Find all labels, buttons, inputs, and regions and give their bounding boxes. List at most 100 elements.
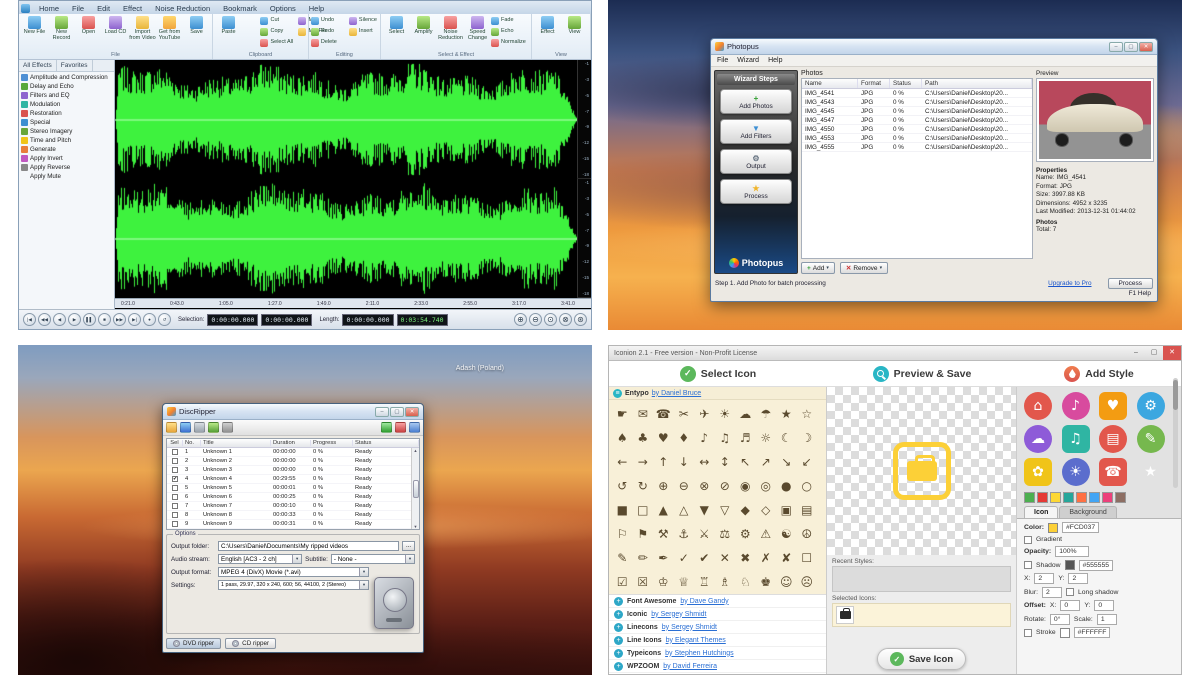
ribbon-tab[interactable]: Edit <box>91 3 116 14</box>
maximize-button[interactable]: ▢ <box>1124 42 1138 52</box>
style-preset[interactable]: ♪ <box>1062 392 1090 420</box>
photo-row[interactable]: IMG_4543 JPG 0 % C:\Users\Daniel\Desktop… <box>802 98 1032 107</box>
expand-plus-icon[interactable]: + <box>614 636 623 645</box>
title-row[interactable]: ✔ 4 Unknown 4 00:29:55 0 % Ready <box>167 475 419 484</box>
entypo-icon[interactable]: ↔ <box>694 450 715 474</box>
offset-x-field[interactable]: 0 <box>1060 600 1080 611</box>
icon-set-author-link[interactable]: by Stephen Hutchings <box>665 650 734 657</box>
entypo-icon[interactable]: ☒ <box>633 570 654 594</box>
refresh-icon[interactable] <box>208 422 219 433</box>
entypo-icon[interactable]: ☆ <box>797 402 818 426</box>
ribbon-button[interactable]: Amplify <box>410 15 437 36</box>
selected-icon-chip[interactable] <box>836 606 854 624</box>
blur-field[interactable]: 2 <box>1042 587 1062 598</box>
menu-item[interactable]: File <box>717 57 728 64</box>
shadow-color-field[interactable]: #555555 <box>1079 560 1113 571</box>
scrollbar[interactable]: ▲ ▼ <box>411 448 419 529</box>
column-header[interactable]: Duration <box>271 440 311 446</box>
zoom-button[interactable]: ⊖ <box>529 313 542 326</box>
dvd-ripper-button[interactable]: DVD ripper <box>166 638 221 649</box>
ribbon-button[interactable]: Speed Change <box>464 15 491 42</box>
title-row[interactable]: 5 Unknown 5 00:00:01 0 % Ready <box>167 484 419 493</box>
ribbon-button[interactable]: Copy <box>260 26 298 37</box>
column-header[interactable]: Progress <box>311 440 353 446</box>
entypo-icon[interactable]: ♘ <box>735 570 756 594</box>
entypo-icon[interactable]: ♬ <box>735 426 756 450</box>
open-disc-icon[interactable] <box>166 422 177 433</box>
remove-button[interactable]: ✕ Remove ▾ <box>840 262 888 274</box>
entypo-icon[interactable]: ✖ <box>735 546 756 570</box>
entypo-icon[interactable]: → <box>633 450 654 474</box>
icon-set-row[interactable]: + Font Awesome by Dave Gandy <box>609 595 826 608</box>
entypo-icon[interactable]: ☼ <box>756 426 777 450</box>
menu-icon[interactable]: ≡ <box>613 389 622 398</box>
effects-panel-tab[interactable]: Favorites <box>57 60 93 71</box>
entypo-icon[interactable]: ♫ <box>715 426 736 450</box>
ribbon-tab[interactable]: Noise Reduction <box>149 3 216 14</box>
eject-icon[interactable] <box>194 422 205 433</box>
transport-button[interactable]: ▶| <box>128 313 141 326</box>
select-checkbox[interactable] <box>172 467 178 473</box>
entypo-icon[interactable]: ♕ <box>674 570 695 594</box>
expand-plus-icon[interactable]: + <box>614 610 623 619</box>
effects-tree-item[interactable]: Special <box>19 118 114 127</box>
color-swatch[interactable] <box>1089 492 1100 503</box>
entypo-icon[interactable]: ↘ <box>776 450 797 474</box>
titlebar[interactable]: Iconion 2.1 - Free version - Non-Profit … <box>609 346 1181 361</box>
title-row[interactable]: 7 Unknown 7 00:00:10 0 % Ready <box>167 502 419 511</box>
photo-row[interactable]: IMG_4541 JPG 0 % C:\Users\Daniel\Desktop… <box>802 89 1032 98</box>
entypo-icon[interactable]: ♦ <box>674 426 695 450</box>
entypo-icon[interactable]: ♔ <box>653 570 674 594</box>
select-checkbox[interactable] <box>172 521 178 527</box>
entypo-icon[interactable]: ⊘ <box>715 474 736 498</box>
entypo-icon[interactable]: ☮ <box>797 522 818 546</box>
entypo-icon[interactable]: ⚠ <box>756 522 777 546</box>
ribbon-button[interactable]: Open <box>75 15 102 36</box>
ribbon-button[interactable]: Get from YouTube <box>156 15 183 42</box>
ribbon-button[interactable]: Select All <box>260 37 298 48</box>
waveform-canvas[interactable] <box>115 60 577 179</box>
entypo-icon[interactable]: ♗ <box>715 570 736 594</box>
stop-rip-icon[interactable] <box>395 422 406 433</box>
entypo-icon[interactable]: ▽ <box>715 498 736 522</box>
ribbon-button[interactable]: Noise Reduction <box>437 15 464 42</box>
transport-button[interactable]: ▶ <box>68 313 81 326</box>
entypo-icon[interactable]: ↺ <box>612 474 633 498</box>
entypo-icon[interactable]: ✂ <box>674 402 695 426</box>
entypo-icon[interactable]: ☾ <box>776 426 797 450</box>
entypo-icon[interactable]: ☁ <box>735 402 756 426</box>
color-swatch[interactable] <box>1050 492 1061 503</box>
tab-background[interactable]: Background <box>1059 506 1116 518</box>
scroll-thumb[interactable] <box>413 480 419 498</box>
entypo-icon[interactable]: ⊖ <box>674 474 695 498</box>
rotate-field[interactable]: 0° <box>1050 614 1070 625</box>
color-swatch[interactable] <box>1024 492 1035 503</box>
ribbon-button[interactable]: Select <box>383 15 410 36</box>
icon-set-row[interactable]: + WPZOOM by David Ferreira <box>609 660 826 673</box>
titlebar[interactable]: DiscRipper – ▢ ✕ <box>163 404 423 420</box>
ribbon-button[interactable]: Load CD <box>102 15 129 36</box>
column-header[interactable]: Title <box>201 440 271 446</box>
menu-item[interactable]: Help <box>768 57 782 64</box>
entypo-icon[interactable]: ◆ <box>735 498 756 522</box>
entypo-icon[interactable]: ♣ <box>633 426 654 450</box>
opacity-field[interactable]: 100% <box>1055 546 1089 557</box>
effects-tree-item[interactable]: Modulation <box>19 100 114 109</box>
icon-set-author-link[interactable]: by Sergey Shmidt <box>651 611 706 618</box>
color-swatch[interactable] <box>1063 492 1074 503</box>
color-value-field[interactable]: #FCD037 <box>1062 522 1099 533</box>
title-row[interactable]: 8 Unknown 8 00:00:33 0 % Ready <box>167 511 419 520</box>
select-checkbox[interactable] <box>172 494 178 500</box>
entypo-icon[interactable]: ⊕ <box>653 474 674 498</box>
photo-row[interactable]: IMG_4547 JPG 0 % C:\Users\Daniel\Desktop… <box>802 116 1032 125</box>
close-button[interactable]: ✕ <box>1139 42 1153 52</box>
minimize-button[interactable]: – <box>1109 42 1123 52</box>
save-icon-button[interactable]: ✓ Save Icon <box>877 648 966 670</box>
column-header[interactable]: Sel <box>167 440 183 446</box>
ribbon-button[interactable]: Echo <box>491 26 529 37</box>
select-checkbox[interactable] <box>172 449 178 455</box>
entypo-icon[interactable]: ↗ <box>756 450 777 474</box>
zoom-button[interactable]: ⊛ <box>574 313 587 326</box>
output-folder-field[interactable]: C:\Users\Daniel\Documents\My ripped vide… <box>218 541 399 551</box>
settings-select[interactable]: 1 pass, 29.97, 320 x 240, 600; 56, 44100… <box>218 580 369 590</box>
